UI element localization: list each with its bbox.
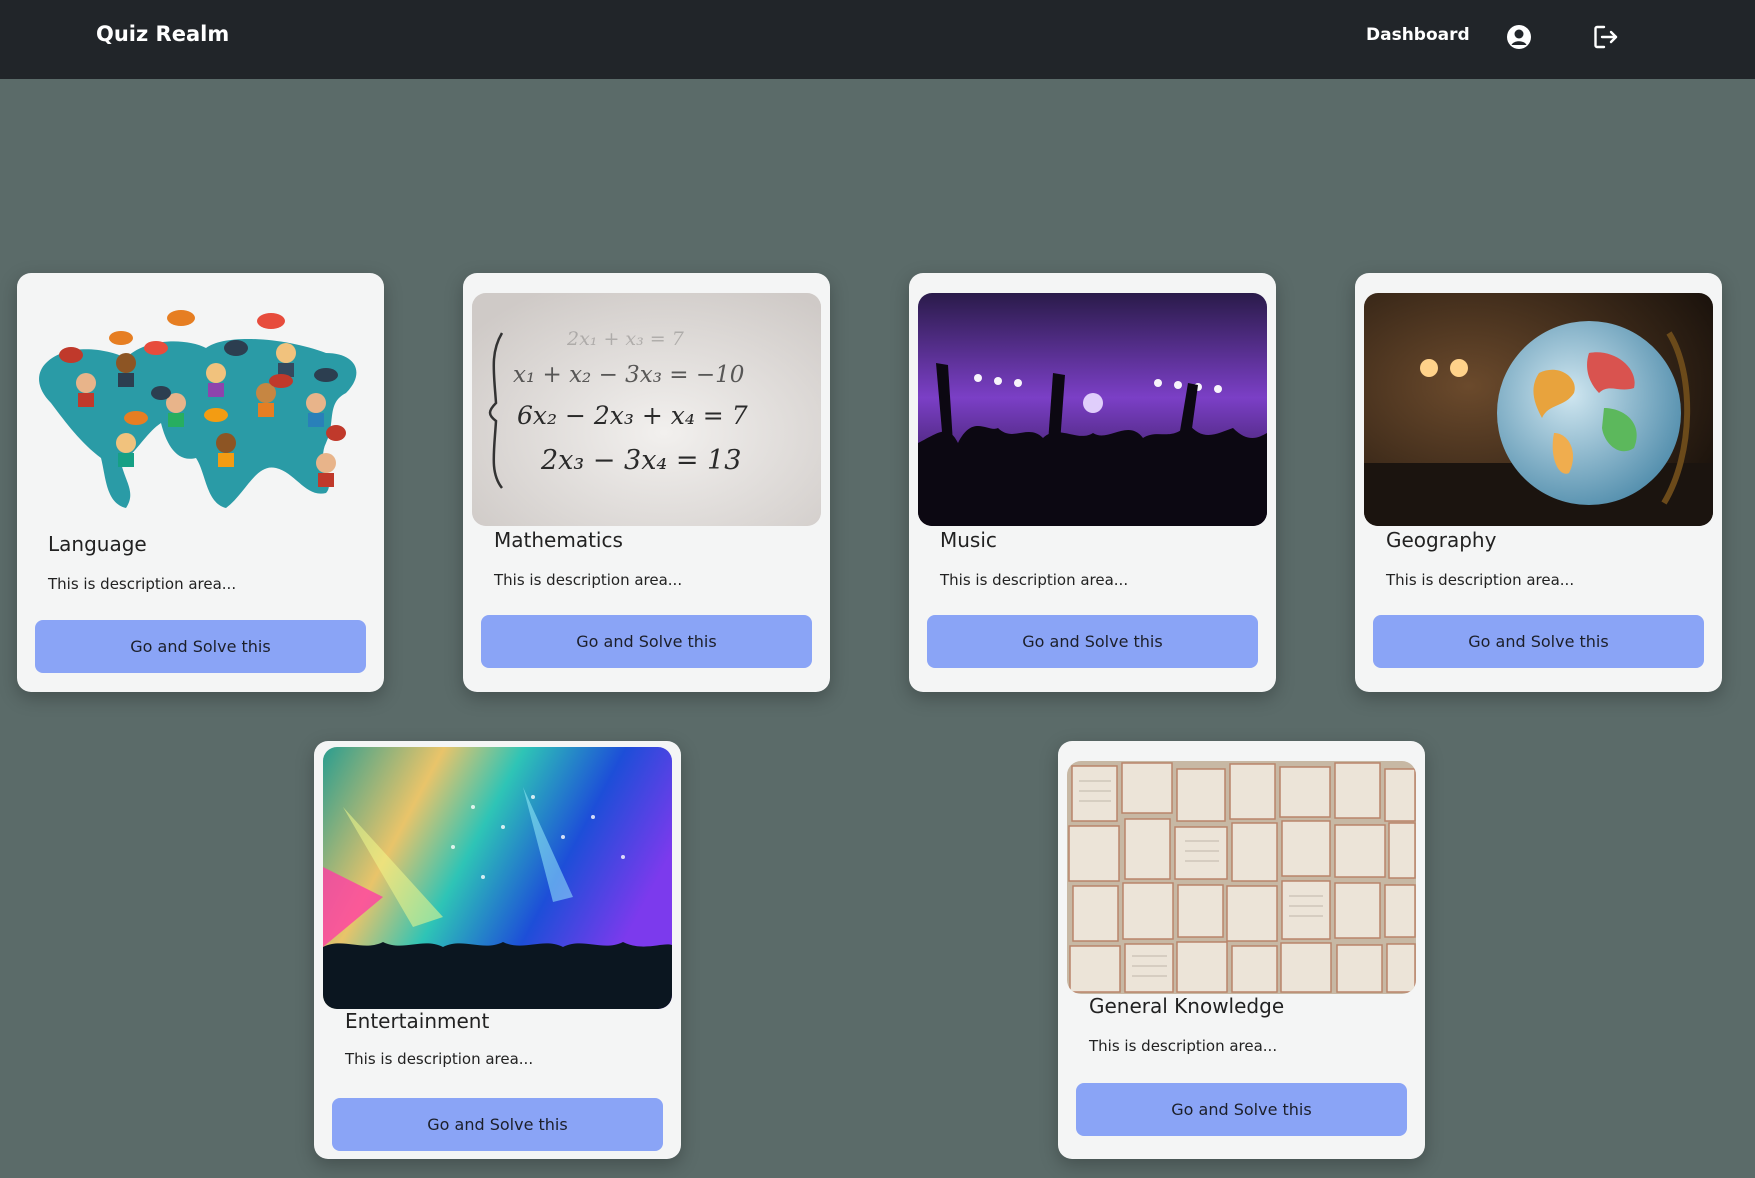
- solve-mathematics-button[interactable]: Go and Solve this: [481, 615, 812, 668]
- logout-icon[interactable]: [1591, 22, 1621, 52]
- card-description: This is description area...: [1089, 1037, 1278, 1055]
- quiz-card-geography: Geography This is description area... Go…: [1355, 273, 1722, 692]
- solve-geography-button[interactable]: Go and Solve this: [1373, 615, 1704, 668]
- card-title: Music: [940, 528, 997, 552]
- geography-image: [1364, 293, 1713, 526]
- language-image: [26, 293, 375, 526]
- card-description: This is description area...: [940, 571, 1129, 589]
- quiz-card-entertainment: Entertainment This is description area..…: [314, 741, 681, 1159]
- quiz-card-language: Language This is description area... Go …: [17, 273, 384, 692]
- card-description: This is description area...: [1386, 571, 1575, 589]
- solve-music-button[interactable]: Go and Solve this: [927, 615, 1258, 668]
- equation-line: 2x₁ + x₃ = 7: [567, 328, 684, 350]
- entertainment-image: [323, 747, 672, 1009]
- equation-line: 2x₃ − 3x₄ = 13: [541, 445, 742, 476]
- navbar: Quiz Realm Dashboard: [0, 0, 1755, 79]
- solve-general-knowledge-button[interactable]: Go and Solve this: [1076, 1083, 1407, 1136]
- card-title: Entertainment: [345, 1009, 490, 1033]
- general-knowledge-image: [1067, 761, 1416, 994]
- card-description: This is description area...: [345, 1050, 534, 1068]
- quiz-card-general-knowledge: General Knowledge This is description ar…: [1058, 741, 1425, 1159]
- music-image: [918, 293, 1267, 526]
- user-circle-icon[interactable]: [1504, 22, 1534, 52]
- solve-language-button[interactable]: Go and Solve this: [35, 620, 366, 673]
- card-description: This is description area...: [48, 575, 237, 593]
- card-title: Mathematics: [494, 528, 623, 552]
- solve-entertainment-button[interactable]: Go and Solve this: [332, 1098, 663, 1151]
- equation-line: x₁ + x₂ − 3x₃ = −10: [513, 362, 745, 388]
- card-title: General Knowledge: [1089, 994, 1285, 1018]
- quiz-card-music: Music This is description area... Go and…: [909, 273, 1276, 692]
- card-description: This is description area...: [494, 571, 683, 589]
- card-title: Language: [48, 532, 147, 556]
- brand-logo[interactable]: Quiz Realm: [96, 22, 229, 46]
- dashboard-link[interactable]: Dashboard: [1366, 25, 1470, 45]
- card-title: Geography: [1386, 528, 1497, 552]
- equation-line: 6x₂ − 2x₃ + x₄ = 7: [517, 401, 748, 430]
- quiz-card-mathematics: 2x₁ + x₃ = 7 x₁ + x₂ − 3x₃ = −10 6x₂ − 2…: [463, 273, 830, 692]
